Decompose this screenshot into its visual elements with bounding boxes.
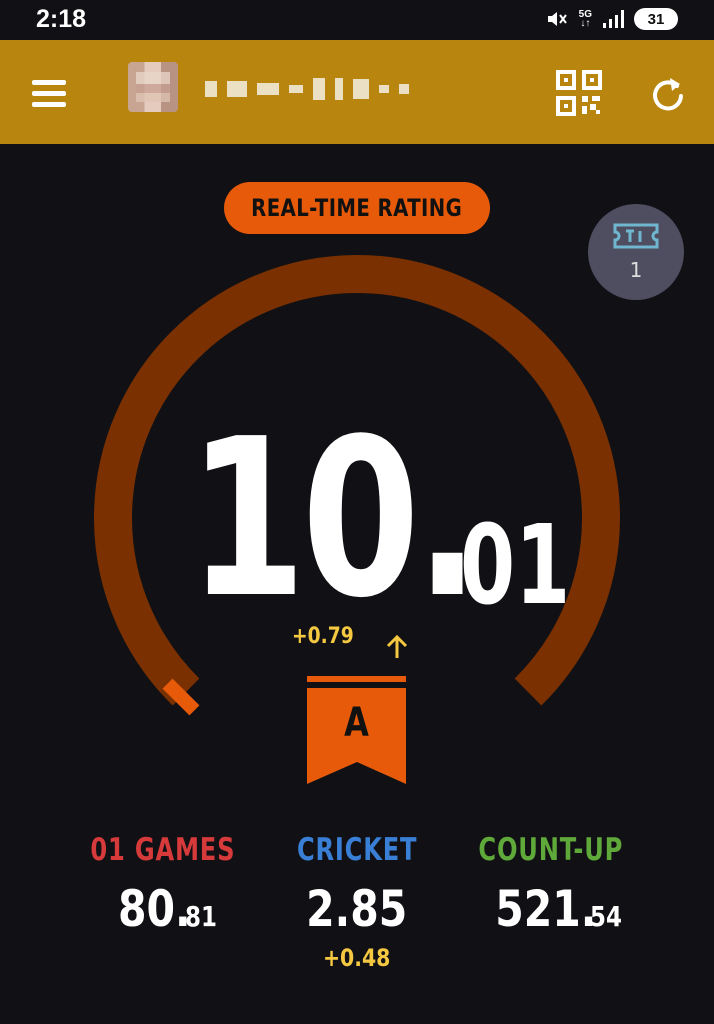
qr-code-icon[interactable] [556,70,602,116]
battery-icon: 31 [634,8,678,30]
stat-label: CRICKET [296,832,418,868]
mute-icon [547,12,567,26]
rating-value-integer: 10. [188,393,480,647]
status-icons: 5G ↓↑ 31 [545,6,678,32]
stat-01-games[interactable]: 01 GAMES 80.81 [53,832,273,938]
class-letter-value: A [344,700,369,746]
stat-label: 01 GAMES [90,832,236,868]
battery-level: 31 [647,10,665,28]
username-redacted [205,74,485,104]
class-letter: A [307,700,406,746]
avatar[interactable] [128,62,178,112]
stat-value: 80.81 [118,880,217,938]
ticket-count: 1 [629,258,643,282]
stat-value: 2.85 [306,880,408,938]
rating-delta: +0.79 [292,624,365,649]
up-arrow-icon [386,634,408,658]
stat-cricket[interactable]: CRICKET 2.85 +0.48 [247,832,467,972]
app-header [0,40,714,144]
gauge-progress [162,678,200,716]
refresh-icon[interactable] [650,74,686,112]
rating-delta-value: +0.79 [292,624,354,649]
real-time-rating-label: REAL-TIME RATING [251,194,463,222]
status-time: 2:18 [36,5,87,33]
stat-label: COUNT-UP [478,832,624,868]
signal-icon [603,10,624,28]
stat-count-up[interactable]: COUNT-UP 521.54 [441,832,661,938]
ticket-icon [613,223,659,249]
real-time-rating-badge: REAL-TIME RATING [224,182,490,234]
status-bar: 2:18 5G ↓↑ 31 [0,0,714,40]
stat-value: 521.54 [495,880,623,938]
rating-value-decimal: 01 [459,500,570,629]
ticket-button[interactable]: 1 [588,204,684,300]
hamburger-menu-icon[interactable] [32,80,66,108]
stat-delta: +0.48 [323,944,391,972]
network-icon: 5G ↓↑ [578,9,592,29]
rating-value: 10. 01 [160,390,569,647]
